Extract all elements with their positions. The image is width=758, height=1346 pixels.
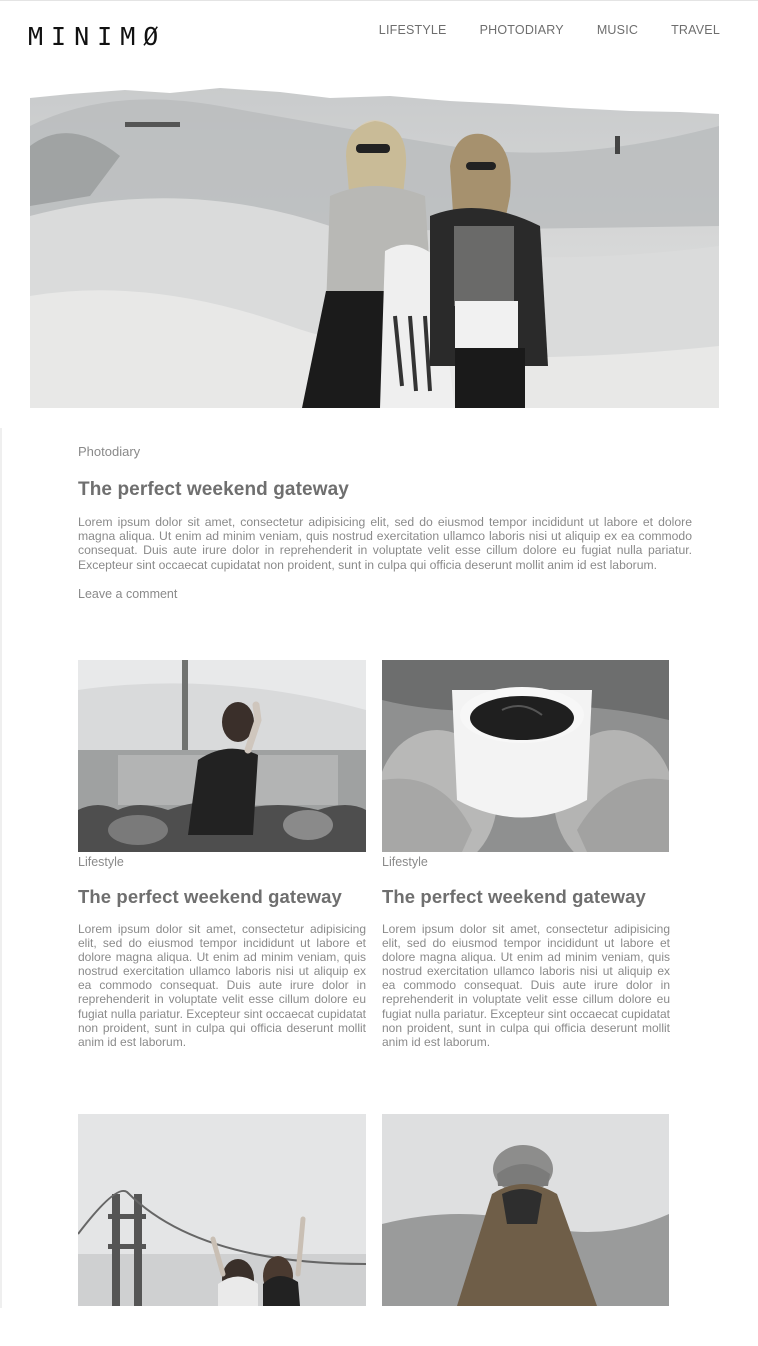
post-card: Lifestyle The perfect weekend gateway Lo… — [78, 660, 366, 1049]
post-title[interactable]: The perfect weekend gateway — [78, 479, 692, 501]
post-card: Lifestyle The perfect weekend gateway Lo… — [382, 660, 670, 1049]
post-thumbnail-coffee[interactable] — [382, 660, 669, 852]
post-excerpt: Lorem ipsum dolor sit amet, consectetur … — [78, 922, 366, 1049]
post-excerpt: Lorem ipsum dolor sit amet, consectetur … — [382, 922, 670, 1049]
post-title[interactable]: The perfect weekend gateway — [382, 886, 670, 908]
main-nav: LIFESTYLE PHOTODIARY MUSIC TRAVEL — [379, 23, 720, 37]
featured-hero-image[interactable] — [30, 86, 719, 408]
leave-comment-link[interactable]: Leave a comment — [78, 587, 177, 601]
post-title[interactable]: The perfect weekend gateway — [78, 886, 366, 908]
top-border — [0, 0, 758, 1]
nav-item-lifestyle[interactable]: LIFESTYLE — [379, 23, 447, 37]
nav-item-photodiary[interactable]: PHOTODIARY — [480, 23, 564, 37]
nav-item-travel[interactable]: TRAVEL — [671, 23, 720, 37]
post-thumbnail-concert[interactable] — [78, 660, 366, 852]
nav-item-music[interactable]: MUSIC — [597, 23, 638, 37]
featured-post: Photodiary The perfect weekend gateway L… — [78, 444, 692, 603]
post-thumbnail-hiker[interactable] — [382, 1114, 669, 1306]
post-category[interactable]: Lifestyle — [78, 855, 366, 869]
post-category[interactable]: Photodiary — [78, 444, 692, 459]
post-category[interactable]: Lifestyle — [382, 855, 670, 869]
site-logo[interactable]: MINIMØ — [28, 22, 166, 51]
left-edge-divider — [0, 428, 2, 1308]
post-thumbnail-golden-gate[interactable] — [78, 1114, 366, 1306]
post-excerpt: Lorem ipsum dolor sit amet, consectetur … — [78, 515, 692, 572]
